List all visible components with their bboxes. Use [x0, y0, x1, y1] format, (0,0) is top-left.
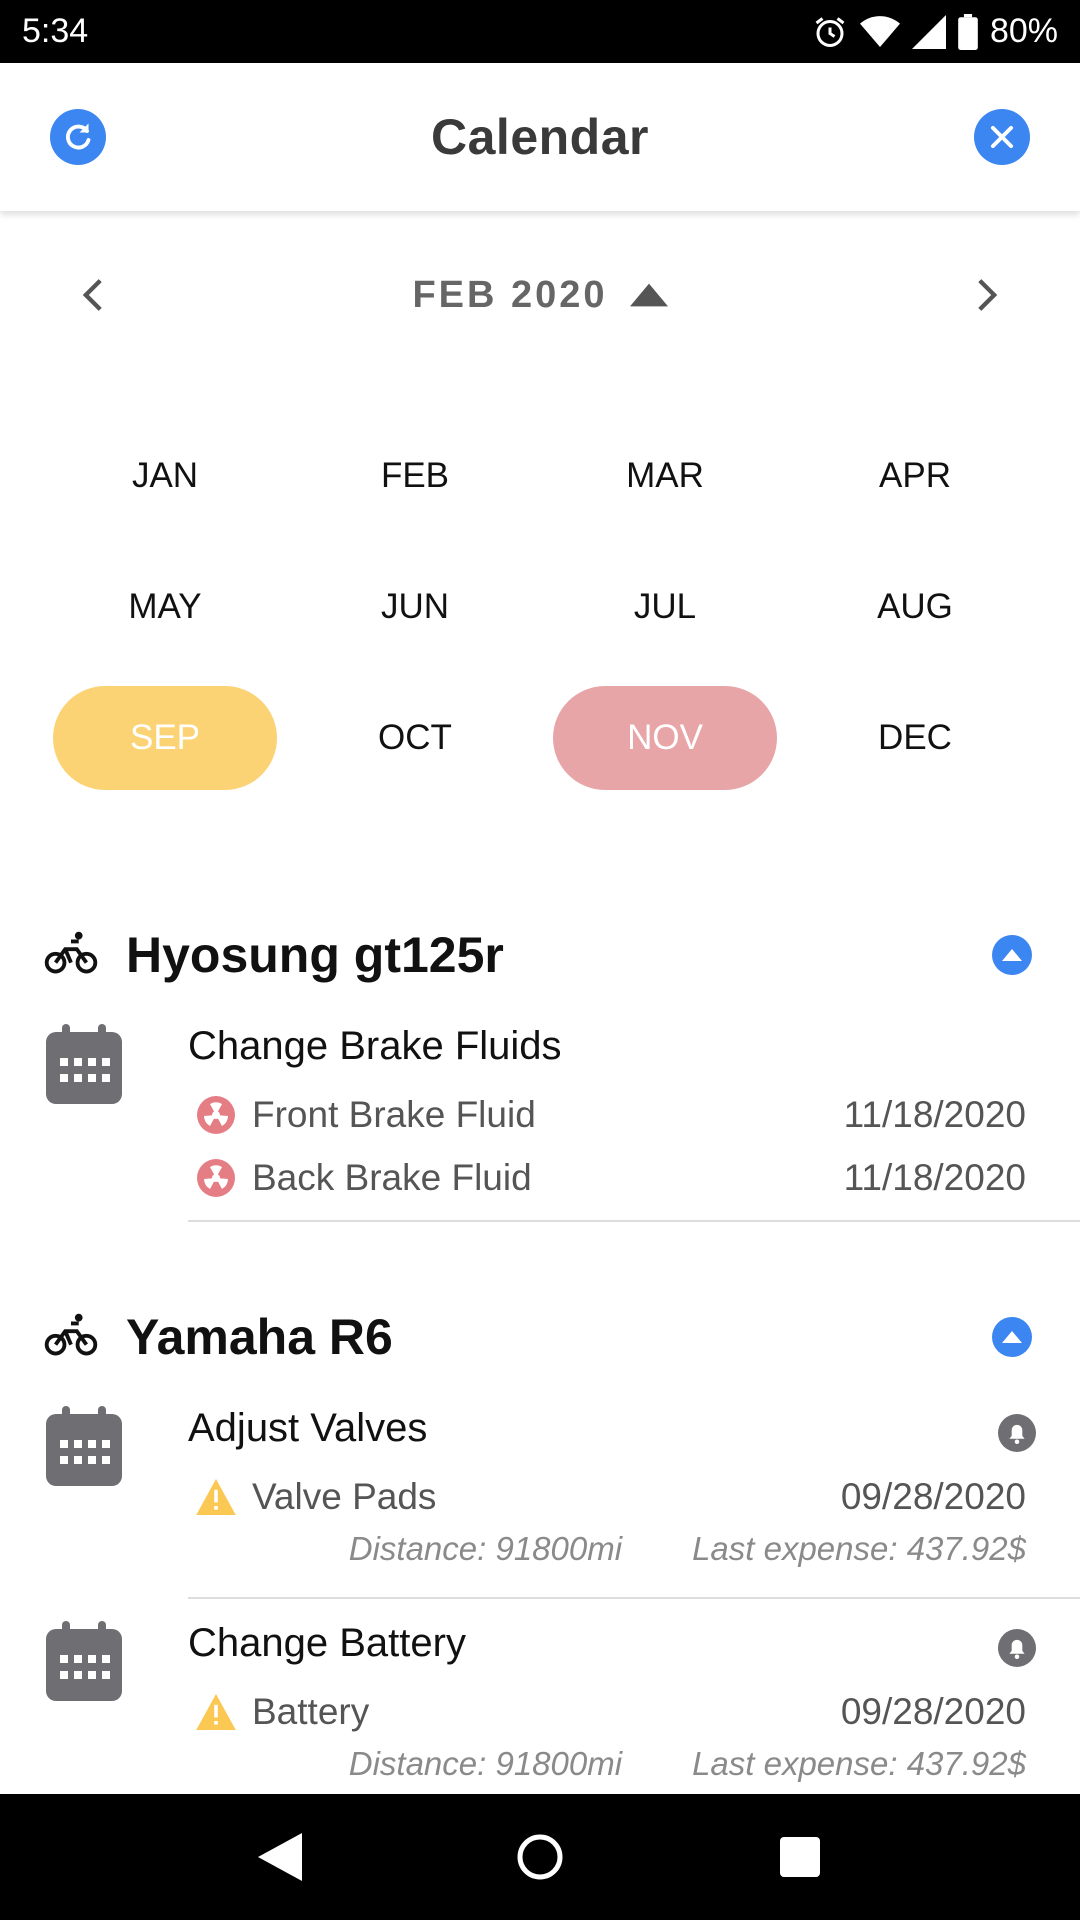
- month-label: MAR: [626, 455, 704, 495]
- warning-icon: [196, 1477, 236, 1517]
- home-button[interactable]: [500, 1817, 580, 1897]
- month-cell-jun[interactable]: JUN: [290, 541, 540, 672]
- month-cell-nov[interactable]: NOV: [540, 672, 790, 803]
- month-cell-aug[interactable]: AUG: [790, 541, 1040, 672]
- vehicle-name: Yamaha R6: [126, 1309, 393, 1365]
- month-label: JUL: [633, 586, 697, 626]
- previous-year-button[interactable]: [70, 272, 116, 318]
- task-title: Adjust Valves: [188, 1406, 428, 1450]
- refresh-icon: [65, 123, 91, 150]
- wifi-icon: [859, 15, 900, 49]
- last-expense-text: Last expense: 437.92$: [692, 1745, 1026, 1782]
- month-picker-toggle[interactable]: FEB 2020: [412, 273, 668, 317]
- month-cell-jul[interactable]: JUL: [540, 541, 790, 672]
- battery-percent: 80%: [989, 12, 1058, 50]
- alarm-icon: [812, 14, 848, 50]
- month-label: FEB: [380, 455, 450, 495]
- part-date: 11/18/2020: [843, 1094, 1026, 1135]
- divider: [188, 1220, 1080, 1222]
- vehicle-header: Yamaha R6: [0, 1297, 1080, 1377]
- last-expense-text: Last expense: 437.92$: [692, 1530, 1026, 1567]
- close-icon: [990, 125, 1014, 149]
- close-button[interactable]: [974, 109, 1030, 165]
- refresh-button[interactable]: [50, 109, 106, 165]
- collapse-button[interactable]: [992, 1317, 1032, 1357]
- overdue-icon: [196, 1158, 236, 1198]
- battery-icon: [958, 13, 978, 50]
- back-button[interactable]: [240, 1817, 320, 1897]
- back-triangle-icon: [258, 1833, 302, 1881]
- caret-up-icon: [1002, 949, 1022, 961]
- month-cell-dec[interactable]: DEC: [790, 672, 1040, 803]
- month-label: JAN: [131, 455, 199, 495]
- bell-icon[interactable]: [998, 1414, 1036, 1457]
- page-title: Calendar: [431, 109, 649, 165]
- caret-up-icon: [1002, 1331, 1022, 1343]
- task-meta: Distance: 91800mi Last expense: 437.92$: [196, 1530, 1026, 1574]
- bell-icon[interactable]: [998, 1629, 1036, 1672]
- task-title: Change Brake Fluids: [188, 1024, 562, 1068]
- chevron-right-icon: [978, 279, 998, 311]
- month-cell-jan[interactable]: JAN: [40, 410, 290, 541]
- warning-icon: [196, 1692, 236, 1732]
- month-label: NOV: [553, 685, 777, 790]
- task-meta: Distance: 91800mi Last expense: 437.92$: [196, 1745, 1026, 1789]
- part-name: Valve Pads: [252, 1476, 437, 1517]
- system-nav-bar: [0, 1794, 1080, 1920]
- overdue-icon: [196, 1095, 236, 1135]
- month-label: SEP: [53, 685, 277, 790]
- month-cell-may[interactable]: MAY: [40, 541, 290, 672]
- month-cell-mar[interactable]: MAR: [540, 410, 790, 541]
- month-label: JUN: [380, 586, 450, 626]
- month-grid: JAN FEB MAR APR MAY JUN JUL AUG SEP OCT NOV DEC: [40, 410, 1040, 803]
- part-date: 09/28/2020: [840, 1691, 1026, 1732]
- next-year-button[interactable]: [964, 272, 1010, 318]
- chevron-left-icon: [82, 279, 102, 311]
- signal-icon: [911, 14, 946, 49]
- home-circle-icon: [517, 1834, 563, 1880]
- month-navigator: FEB 2020: [0, 250, 1080, 340]
- divider: [188, 1597, 1080, 1599]
- distance-text: Distance: 91800mi: [348, 1745, 623, 1782]
- month-cell-sep[interactable]: SEP: [40, 672, 290, 803]
- distance-text: Distance: 91800mi: [348, 1530, 623, 1567]
- month-label: OCT: [378, 717, 452, 757]
- month-label: DEC: [878, 717, 952, 757]
- part-date: 09/28/2020: [840, 1476, 1026, 1517]
- calendar-icon: [46, 1621, 122, 1706]
- part-row: Valve Pads 09/28/2020: [196, 1472, 1026, 1522]
- bicycle-icon: [44, 929, 98, 982]
- part-row: Front Brake Fluid 11/18/2020: [196, 1090, 1026, 1140]
- status-bar: 5:34 80%: [0, 0, 1080, 63]
- part-row: Battery 09/28/2020: [196, 1687, 1026, 1737]
- status-icons: 80%: [812, 12, 1058, 51]
- calendar-icon: [46, 1024, 122, 1109]
- part-name: Front Brake Fluid: [252, 1094, 536, 1135]
- month-cell-oct[interactable]: OCT: [290, 672, 540, 803]
- part-name: Battery: [252, 1691, 370, 1732]
- recents-square-icon: [780, 1837, 820, 1877]
- calendar-icon: [46, 1406, 122, 1491]
- status-time: 5:34: [22, 12, 89, 50]
- month-cell-feb[interactable]: FEB: [290, 410, 540, 541]
- part-name: Back Brake Fluid: [252, 1157, 532, 1198]
- caret-up-icon: [629, 283, 668, 307]
- part-row: Back Brake Fluid 11/18/2020: [196, 1153, 1026, 1203]
- app-header: Calendar: [0, 63, 1080, 211]
- month-label: MAY: [128, 586, 202, 626]
- collapse-button[interactable]: [992, 935, 1032, 975]
- vehicle-header: Hyosung gt125r: [0, 915, 1080, 995]
- task-title: Change Battery: [188, 1621, 466, 1665]
- current-month-label: FEB 2020: [412, 273, 608, 316]
- month-cell-apr[interactable]: APR: [790, 410, 1040, 541]
- month-label: APR: [879, 455, 951, 495]
- part-date: 11/18/2020: [843, 1157, 1026, 1198]
- vehicle-name: Hyosung gt125r: [126, 927, 504, 983]
- month-label: AUG: [877, 586, 953, 626]
- recents-button[interactable]: [760, 1817, 840, 1897]
- bicycle-icon: [44, 1311, 98, 1364]
